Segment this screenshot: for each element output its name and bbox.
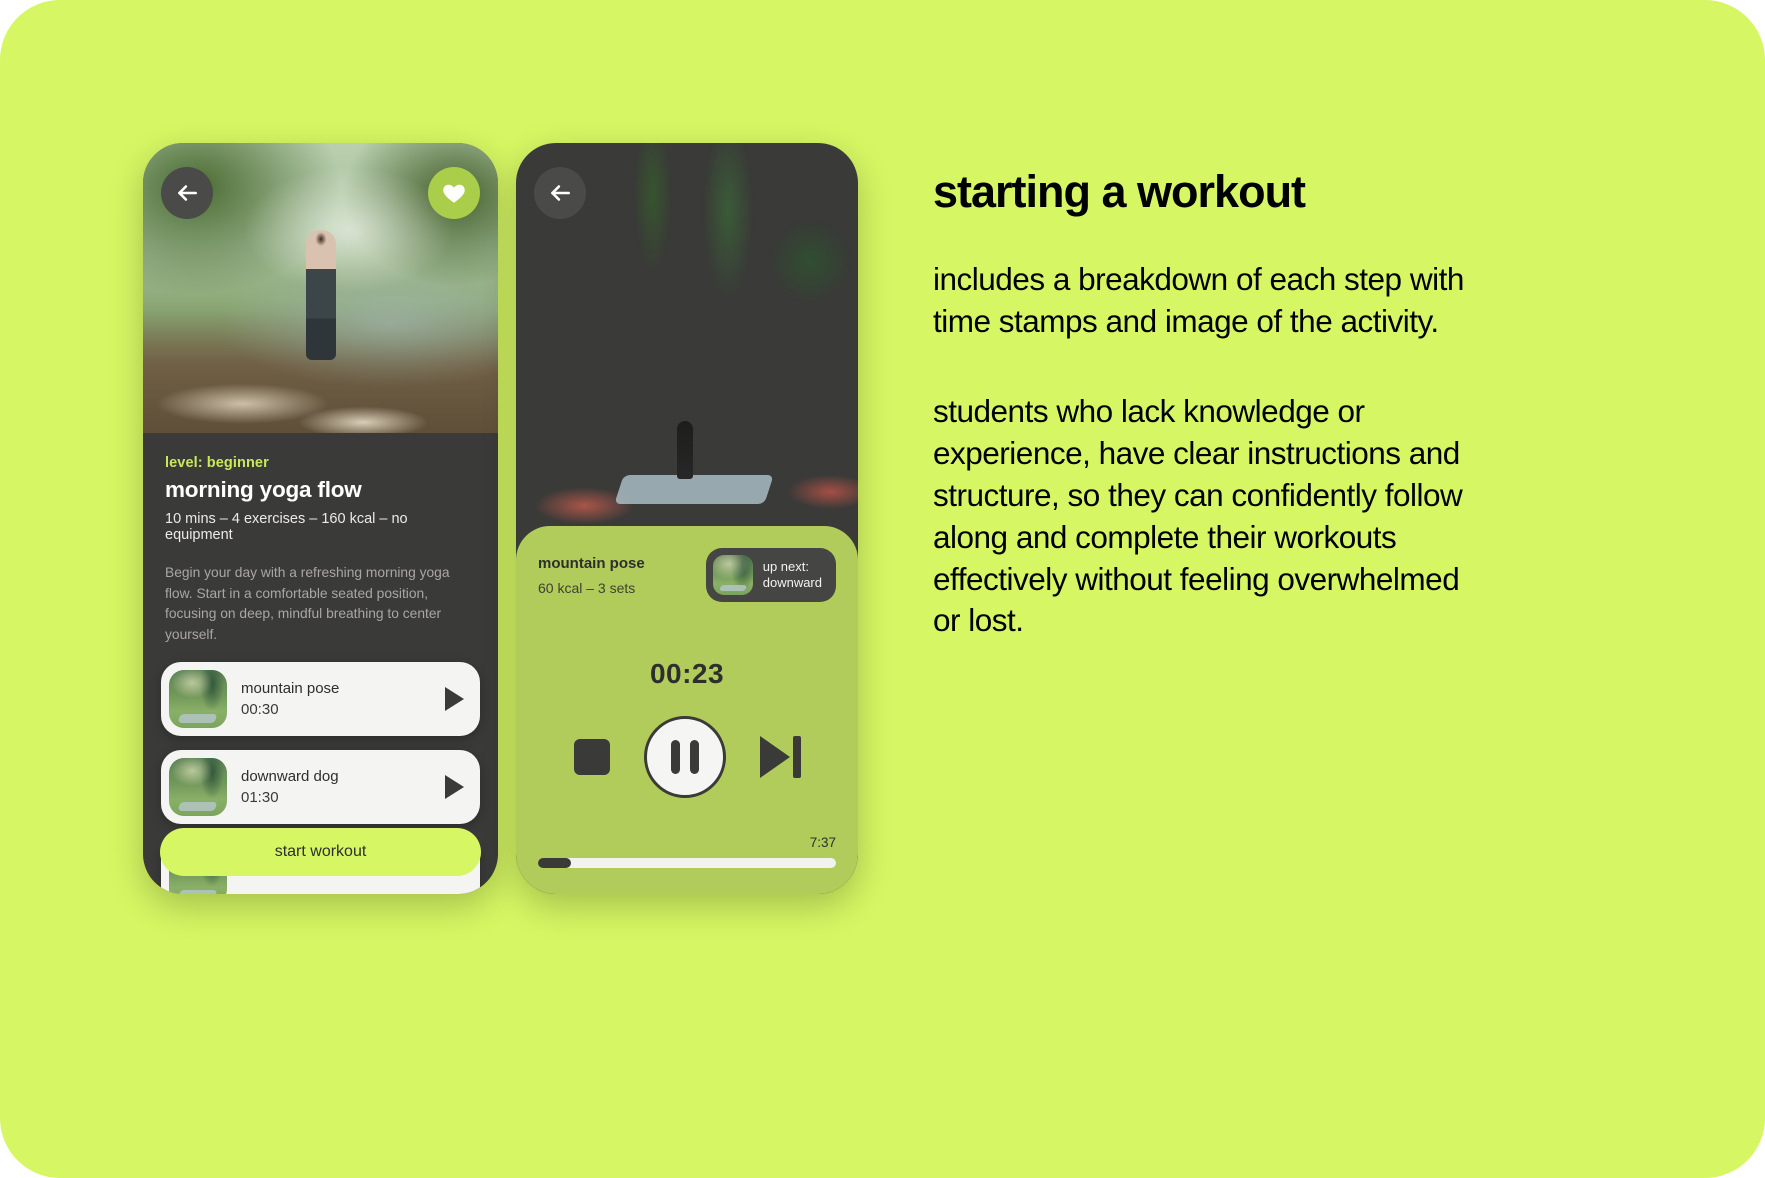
exercise-time: 01:30 <box>241 788 279 806</box>
workout-description: Begin your day with a refreshing morning… <box>165 565 450 643</box>
thumbnail-art <box>169 757 227 816</box>
progress-bar[interactable] <box>538 858 836 868</box>
hero-yoga-figure <box>676 421 693 480</box>
phone-workout-player: mountain pose 60 kcal – 3 sets up next: … <box>516 143 858 894</box>
current-exercise-name: mountain pose <box>538 554 645 572</box>
exercise-name: downward dog <box>241 767 339 785</box>
progress-section: 7:37 <box>538 835 836 868</box>
heart-icon <box>443 184 465 203</box>
exercise-name: mountain pose <box>241 679 340 697</box>
pause-button[interactable] <box>643 716 726 798</box>
stop-icon[interactable] <box>573 739 610 775</box>
progress-time-label: 7:37 <box>809 835 836 850</box>
hero-yoga-figure <box>306 230 337 360</box>
favorite-button[interactable] <box>428 167 480 219</box>
up-next-thumbnail <box>712 555 753 595</box>
list-item[interactable]: downward dog 01:30 <box>161 749 480 824</box>
arrow-left-icon <box>551 185 570 201</box>
workout-title: morning yoga flow <box>165 477 362 502</box>
now-playing-row: mountain pose 60 kcal – 3 sets up next: … <box>538 548 836 602</box>
exercise-time: 00:30 <box>241 700 279 718</box>
pause-icon-bar-right <box>689 740 699 774</box>
playback-controls <box>538 716 836 798</box>
player-hero-image <box>516 143 858 558</box>
skip-triangle <box>759 736 790 778</box>
current-exercise-meta: 60 kcal – 3 sets <box>538 579 636 596</box>
play-icon[interactable] <box>445 774 464 799</box>
play-icon[interactable] <box>445 686 464 711</box>
exercise-text: mountain pose 00:30 <box>241 680 431 718</box>
progress-fill <box>538 858 571 868</box>
poster-canvas: level: beginner morning yoga flow 10 min… <box>0 0 1765 1178</box>
workout-hero-image <box>143 143 498 433</box>
arrow-left-icon <box>178 185 197 201</box>
player-panel: mountain pose 60 kcal – 3 sets up next: … <box>516 526 858 894</box>
skip-next-icon[interactable] <box>759 736 801 778</box>
skip-bar <box>792 736 801 778</box>
up-next-label: up next: downward <box>762 558 822 590</box>
exercise-thumbnail <box>169 757 227 816</box>
back-button[interactable] <box>534 167 586 219</box>
workout-level: level: beginner <box>165 455 269 471</box>
copy-paragraph-2: students who lack knowledge or experienc… <box>933 393 1463 639</box>
workout-info: level: beginner morning yoga flow 10 min… <box>143 433 498 646</box>
copy-block: starting a workout includes a breakdown … <box>933 168 1493 642</box>
exercise-thumbnail <box>169 669 227 728</box>
list-item[interactable]: mountain pose 00:30 <box>161 661 480 736</box>
start-workout-button[interactable]: start workout <box>160 828 481 876</box>
thumbnail-art <box>712 555 753 595</box>
phone-workout-detail: level: beginner morning yoga flow 10 min… <box>143 143 498 894</box>
copy-paragraph-1: includes a breakdown of each step with t… <box>933 261 1464 340</box>
up-next-card[interactable]: up next: downward <box>705 548 836 602</box>
exercise-text: downward dog 01:30 <box>241 768 431 806</box>
pause-icon-bar-left <box>670 740 680 774</box>
page-title: starting a workout <box>933 166 1306 217</box>
thumbnail-art <box>169 669 227 728</box>
now-playing-text: mountain pose 60 kcal – 3 sets <box>538 555 694 596</box>
workout-timer: 00:23 <box>649 658 725 689</box>
workout-meta: 10 mins – 4 exercises – 160 kcal – no eq… <box>165 511 408 543</box>
back-button[interactable] <box>161 167 213 219</box>
hero-yoga-mat <box>613 475 774 505</box>
